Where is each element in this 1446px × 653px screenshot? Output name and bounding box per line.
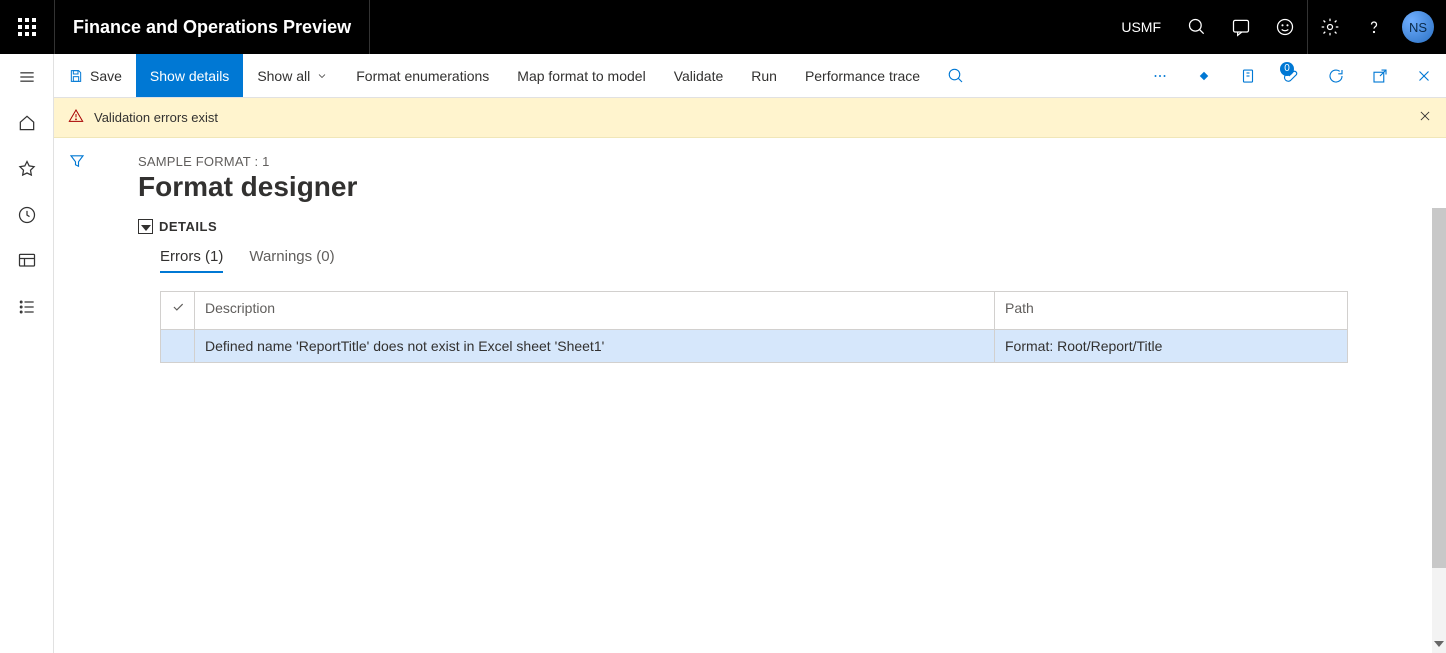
settings-button[interactable] <box>1308 0 1352 54</box>
question-icon <box>1364 17 1384 37</box>
workspaces-icon <box>17 251 37 271</box>
filter-icon[interactable] <box>68 152 86 170</box>
nav-favorites[interactable] <box>0 146 54 192</box>
row-selector[interactable] <box>161 330 195 363</box>
feedback-button[interactable] <box>1263 0 1307 54</box>
map-format-button[interactable]: Map format to model <box>503 54 659 97</box>
tab-errors[interactable]: Errors (1) <box>160 248 223 273</box>
modules-icon <box>17 297 37 317</box>
show-details-label: Show details <box>150 68 229 84</box>
messages-button[interactable] <box>1219 0 1263 54</box>
col-path[interactable]: Path <box>995 292 1348 330</box>
nav-recent[interactable] <box>0 192 54 238</box>
scrollbar[interactable] <box>1432 208 1446 653</box>
run-label: Run <box>751 68 777 84</box>
collapse-icon <box>138 219 153 234</box>
left-nav <box>0 54 54 653</box>
actionbar-search-button[interactable] <box>934 54 978 97</box>
close-icon <box>1418 109 1432 123</box>
attachments-badge: 0 <box>1280 62 1294 76</box>
select-all-header[interactable] <box>161 292 195 330</box>
performance-trace-button[interactable]: Performance trace <box>791 54 934 97</box>
scroll-down-button[interactable] <box>1432 637 1446 651</box>
company-picker[interactable]: USMF <box>1107 19 1175 35</box>
home-icon <box>17 113 37 133</box>
validate-label: Validate <box>674 68 724 84</box>
nav-home[interactable] <box>0 100 54 146</box>
refresh-icon <box>1327 67 1345 85</box>
show-all-label: Show all <box>257 68 310 84</box>
header-divider <box>369 0 370 54</box>
more-actions-button[interactable] <box>1138 54 1182 97</box>
table-row[interactable]: Defined name 'ReportTitle' does not exis… <box>161 330 1348 363</box>
format-enumerations-button[interactable]: Format enumerations <box>342 54 503 97</box>
popout-button[interactable] <box>1358 54 1402 97</box>
action-bar: Save Show details Show all Format enumer… <box>54 54 1446 98</box>
office-icon <box>1239 67 1257 85</box>
details-label: DETAILS <box>159 219 217 234</box>
col-description[interactable]: Description <box>195 292 995 330</box>
chevron-down-icon <box>316 70 328 82</box>
nav-hamburger[interactable] <box>0 54 54 100</box>
check-icon <box>171 300 185 314</box>
app-header: Finance and Operations Preview USMF NS <box>0 0 1446 54</box>
waffle-icon <box>18 18 36 36</box>
breadcrumb: SAMPLE FORMAT : 1 <box>138 154 1412 169</box>
save-icon <box>68 68 84 84</box>
ellipsis-icon <box>1151 67 1169 85</box>
search-icon <box>1187 17 1207 37</box>
app-title: Finance and Operations Preview <box>55 17 369 38</box>
refresh-button[interactable] <box>1314 54 1358 97</box>
save-label: Save <box>90 68 122 84</box>
show-all-button[interactable]: Show all <box>243 54 342 97</box>
validation-message: Validation errors exist <box>94 110 218 125</box>
popout-icon <box>1371 67 1389 85</box>
search-button[interactable] <box>1175 0 1219 54</box>
open-in-office-button[interactable] <box>1226 54 1270 97</box>
validation-bar: Validation errors exist <box>54 98 1446 138</box>
attachments-button[interactable]: 0 <box>1270 54 1314 97</box>
clock-icon <box>17 205 37 225</box>
close-button[interactable] <box>1402 54 1446 97</box>
run-button[interactable]: Run <box>737 54 791 97</box>
validate-button[interactable]: Validate <box>660 54 738 97</box>
scrollbar-thumb[interactable] <box>1432 208 1446 568</box>
tabs: Errors (1) Warnings (0) <box>160 248 1412 273</box>
nav-workspaces[interactable] <box>0 238 54 284</box>
chat-icon <box>1231 17 1251 37</box>
cell-description: Defined name 'ReportTitle' does not exis… <box>195 330 995 363</box>
errors-table: Description Path Defined name 'ReportTit… <box>160 291 1348 363</box>
page-title: Format designer <box>138 171 1412 203</box>
performance-trace-label: Performance trace <box>805 68 920 84</box>
format-enumerations-label: Format enumerations <box>356 68 489 84</box>
diamond-icon <box>1195 67 1213 85</box>
tab-warnings[interactable]: Warnings (0) <box>249 248 334 273</box>
star-icon <box>17 159 37 179</box>
save-button[interactable]: Save <box>54 54 136 97</box>
search-icon <box>947 67 965 85</box>
close-icon <box>1415 67 1433 85</box>
content-area: SAMPLE FORMAT : 1 Format designer DETAIL… <box>54 138 1432 653</box>
gear-icon <box>1320 17 1340 37</box>
show-details-button[interactable]: Show details <box>136 54 243 97</box>
cell-path: Format: Root/Report/Title <box>995 330 1348 363</box>
help-button[interactable] <box>1352 0 1396 54</box>
validation-close-button[interactable] <box>1418 109 1432 126</box>
nav-modules[interactable] <box>0 284 54 330</box>
map-format-label: Map format to model <box>517 68 645 84</box>
waffle-button[interactable] <box>0 0 54 54</box>
details-toggle[interactable]: DETAILS <box>138 219 1412 234</box>
warning-icon <box>68 108 84 127</box>
user-avatar[interactable]: NS <box>1402 11 1434 43</box>
hamburger-icon <box>17 67 37 87</box>
smile-icon <box>1275 17 1295 37</box>
office-addins-button[interactable] <box>1182 54 1226 97</box>
